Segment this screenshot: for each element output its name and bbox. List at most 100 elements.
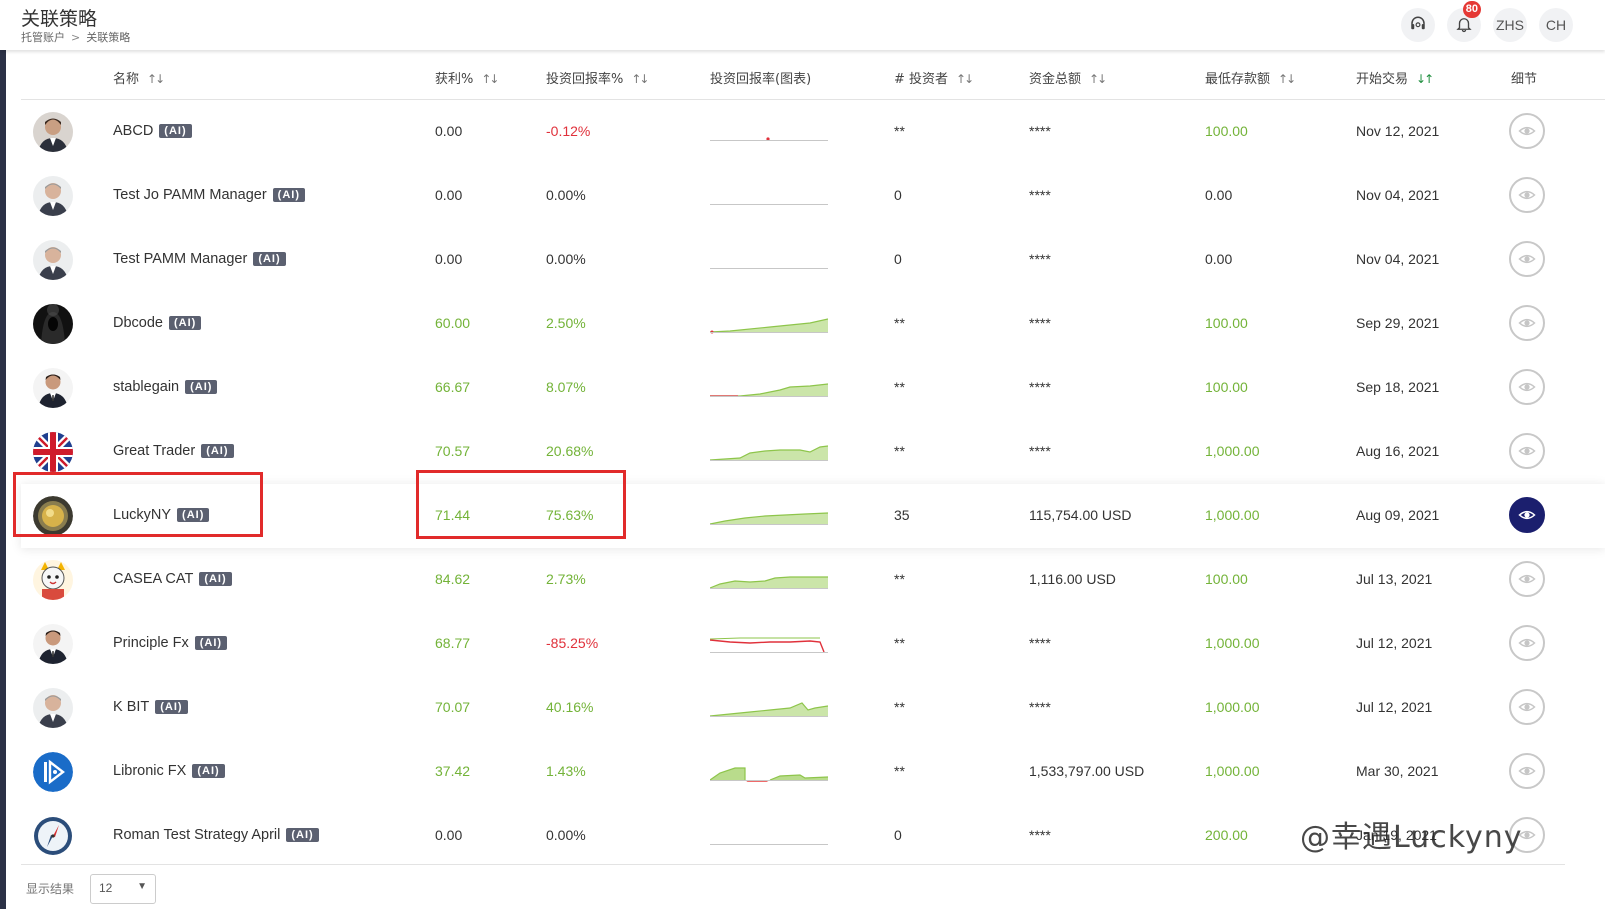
column-header-name[interactable]: 名称 ↑↓ (113, 68, 165, 87)
view-details-button[interactable] (1509, 433, 1545, 469)
eye-icon (1518, 570, 1536, 588)
notifications-button[interactable]: 80 (1447, 1, 1481, 42)
sort-icon[interactable]: ↑↓ (1278, 72, 1296, 86)
table-row[interactable]: ABCD (AI) 0.00 -0.12% ** **** 100.00 Nov 12, 20… (21, 100, 1605, 164)
total-funds-value: **** (1029, 187, 1051, 203)
investors-value: ** (894, 635, 905, 651)
sort-icon[interactable]: ↑↓ (956, 72, 974, 86)
min-deposit-value: 100.00 (1205, 315, 1248, 331)
roi-sparkline (709, 438, 829, 462)
start-date-value: Jul 13, 2021 (1356, 571, 1433, 587)
table-row[interactable]: Great Trader (AI) 70.57 20.68% ** **** 1,000.0… (21, 420, 1605, 484)
view-details-button[interactable] (1509, 625, 1545, 661)
profit-value: 71.44 (435, 507, 471, 523)
column-header-profit[interactable]: 获利% ↑↓ (435, 68, 499, 87)
strategy-name[interactable]: K BIT (AI) (113, 699, 188, 715)
page-size-select[interactable]: 12 ▼ (90, 874, 156, 904)
man-grey-portrait-icon (33, 688, 73, 728)
table-row[interactable]: Test PAMM Manager (AI) 0.00 0.00% 0 **** 0.00 N… (21, 228, 1605, 292)
roi-value: 2.73% (546, 571, 586, 587)
breadcrumb-item-managed-accounts[interactable]: 托管账户 (21, 31, 65, 44)
investors-value: 0 (894, 827, 902, 843)
total-funds-value: 1,533,797.00 USD (1029, 763, 1145, 779)
profit-value: 0.00 (435, 251, 463, 267)
table-row[interactable]: CASEA CAT (AI) 84.62 2.73% ** 1,116.00 USD 100… (21, 548, 1605, 612)
table-row[interactable]: LuckyNY (AI) 71.44 75.63% 35 115,754.00 USD 1,… (21, 484, 1605, 548)
sort-icon[interactable]: ↑↓ (1089, 72, 1107, 86)
table-row[interactable]: K BIT (AI) 70.07 40.16% ** **** 1,000.00 Jul 12… (21, 676, 1605, 740)
results-per-page-label: 显示结果 (26, 882, 75, 896)
view-details-button[interactable] (1509, 305, 1545, 341)
view-details-button[interactable] (1509, 753, 1545, 789)
ai-badge: (AI) (185, 380, 218, 395)
roi-value: 8.07% (546, 379, 586, 395)
man-grey-portrait-icon (33, 176, 73, 216)
view-details-button[interactable] (1509, 497, 1545, 533)
column-header-label: # 投资者 (894, 72, 949, 87)
profit-value: 70.57 (435, 443, 471, 459)
support-button[interactable] (1401, 8, 1435, 42)
man-grey-portrait-icon (33, 240, 73, 280)
strategy-name[interactable]: Dbcode (AI) (113, 315, 202, 331)
view-details-button[interactable] (1509, 177, 1545, 213)
profit-value: 84.62 (435, 571, 471, 587)
investors-value: 0 (894, 251, 902, 267)
sort-icon[interactable]: ↓↑ (1416, 72, 1434, 86)
top-bar: 关联策略 托管账户 > 关联策略 80 ZHS CH (0, 0, 1605, 50)
strategy-name[interactable]: CASEA CAT (AI) (113, 571, 232, 587)
roi-value: 0.00% (546, 827, 586, 843)
view-details-button[interactable] (1509, 113, 1545, 149)
roi-value: -0.12% (546, 123, 591, 139)
view-details-button[interactable] (1509, 369, 1545, 405)
start-date-value: Sep 29, 2021 (1356, 315, 1440, 331)
libronic-logo-icon (33, 752, 73, 792)
strategy-name-text: Libronic FX (113, 763, 187, 779)
table-row[interactable]: Principle Fx (AI) 68.77 -85.25% ** **** 1,000.… (21, 612, 1605, 676)
cartoon-cat-icon (33, 560, 73, 600)
column-header-investors[interactable]: # 投资者 ↑↓ (894, 68, 974, 87)
sort-icon[interactable]: ↑↓ (481, 72, 499, 86)
strategy-name-text: stablegain (113, 379, 180, 395)
table-row[interactable]: Libronic FX (AI) 37.42 1.43% ** 1,533,797.00 … (21, 740, 1605, 804)
page-title: 关联策略 (21, 8, 98, 30)
sort-icon[interactable]: ↑↓ (631, 72, 649, 86)
table-footer-divider (21, 864, 1565, 865)
strategy-name[interactable]: ABCD (AI) (113, 123, 192, 139)
strategy-name-text: Great Trader (113, 443, 196, 459)
min-deposit-value: 0.00 (1205, 251, 1233, 267)
min-deposit-value: 1,000.00 (1205, 699, 1260, 715)
table-row[interactable]: Dbcode (AI) 60.00 2.50% ** **** 100.00 Sep 29, … (21, 292, 1605, 356)
total-funds-value: **** (1029, 635, 1051, 651)
strategy-name[interactable]: Test Jo PAMM Manager (AI) (113, 187, 305, 203)
sidebar-edge (0, 50, 6, 909)
start-date-value: Jul 12, 2021 (1356, 699, 1433, 715)
strategy-name[interactable]: LuckyNY (AI) (113, 507, 210, 523)
eye-icon (1518, 314, 1536, 332)
column-header-roi[interactable]: 投资回报率% ↑↓ (546, 68, 649, 87)
view-details-button[interactable] (1509, 561, 1545, 597)
ai-badge: (AI) (253, 252, 286, 267)
table-row[interactable]: Test Jo PAMM Manager (AI) 0.00 0.00% 0 **** 0.… (21, 164, 1605, 228)
strategy-name[interactable]: Roman Test Strategy April (AI) (113, 827, 319, 843)
language-button[interactable]: ZHS (1493, 8, 1527, 42)
column-header-total-funds[interactable]: 资金总额 ↑↓ (1029, 68, 1107, 87)
strategy-name[interactable]: Libronic FX (AI) (113, 763, 225, 779)
ai-badge: (AI) (194, 636, 228, 651)
strategy-name[interactable]: Great Trader (AI) (113, 443, 234, 459)
user-menu-button[interactable]: CH (1539, 8, 1573, 42)
view-details-button[interactable] (1509, 241, 1545, 277)
profit-value: 66.67 (435, 379, 471, 395)
column-header-start[interactable]: 开始交易 ↓↑ (1356, 68, 1434, 87)
column-header-min-deposit[interactable]: 最低存款额 ↑↓ (1205, 68, 1296, 87)
strategy-name[interactable]: stablegain (AI) (113, 379, 218, 395)
man-suit-portrait-icon (33, 624, 73, 664)
total-funds-value: **** (1029, 443, 1051, 459)
sort-icon[interactable]: ↑↓ (147, 72, 165, 86)
strategy-name[interactable]: Test PAMM Manager (AI) (113, 251, 286, 267)
start-date-value: Nov 04, 2021 (1356, 251, 1440, 267)
table-row[interactable]: stablegain (AI) 66.67 8.07% ** **** 100.00 Sep … (21, 356, 1605, 420)
roi-sparkline (710, 118, 828, 142)
view-details-button[interactable] (1509, 689, 1545, 725)
strategy-name[interactable]: Principle Fx (AI) (113, 635, 228, 651)
breadcrumb-item-current: 关联策略 (86, 31, 131, 44)
